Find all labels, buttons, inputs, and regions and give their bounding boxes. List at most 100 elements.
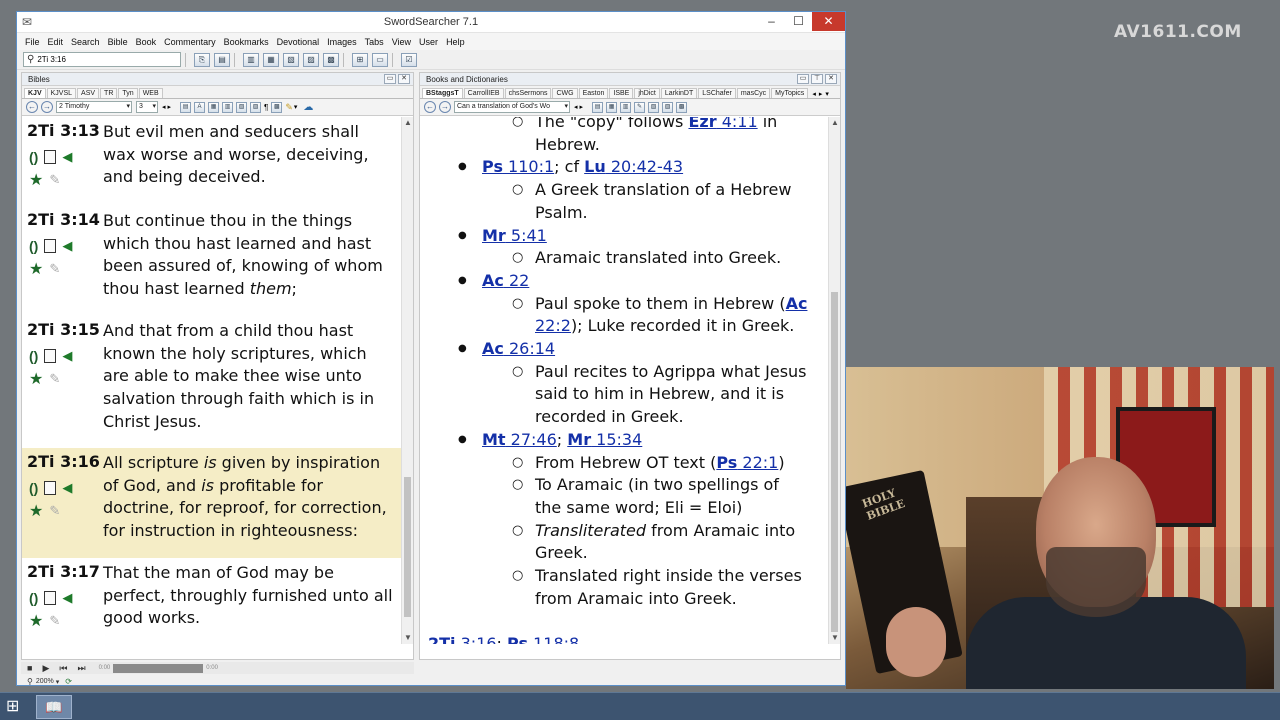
tab-tyn[interactable]: Tyn — [118, 88, 138, 98]
speaker-icon[interactable]: ◀ — [62, 590, 72, 606]
tab-lschafer[interactable]: LSChafer — [698, 88, 736, 98]
verse-reference[interactable]: 2Ti 3:17 — [27, 562, 100, 581]
abbrev-icon[interactable]: A — [194, 101, 206, 113]
menu-search[interactable]: Search — [67, 37, 104, 47]
windows-start-icon[interactable]: ⊞ — [6, 698, 26, 716]
star-icon[interactable]: ★ — [29, 259, 43, 279]
menu-devotional[interactable]: Devotional — [273, 37, 324, 47]
menu-file[interactable]: File — [21, 37, 44, 47]
chapter-select[interactable]: 3 — [136, 101, 158, 113]
paragraph-icon[interactable]: ¶ — [264, 103, 268, 112]
verse-reference[interactable]: 2Ti 3:14 — [27, 210, 100, 229]
layout-icon[interactable]: ▩ — [271, 101, 283, 113]
next-topic-icon[interactable]: ▸ — [580, 103, 584, 111]
document-icon[interactable] — [44, 149, 57, 164]
menu-bookmarks[interactable]: Bookmarks — [220, 37, 273, 47]
pencil-icon[interactable]: ✎ — [49, 261, 60, 277]
pencil-icon[interactable]: ✎ — [49, 613, 60, 629]
zoom-level[interactable]: 200% — [36, 678, 54, 685]
scripture-link[interactable]: Ps 118:8 — [507, 634, 579, 644]
fast-forward-icon[interactable]: ⏭ — [77, 663, 85, 674]
book-edit-icon[interactable]: ✎ — [634, 101, 646, 113]
tab-kjv[interactable]: KJV — [24, 88, 46, 98]
document-icon[interactable] — [44, 590, 57, 605]
scroll-thumb[interactable] — [404, 477, 411, 617]
book-toc-icon[interactable]: ▤ — [592, 101, 604, 113]
verse-reference[interactable]: 2Ti 3:15 — [27, 320, 100, 339]
cross-reference-icon[interactable]: () — [29, 480, 38, 496]
bible-scrollbar[interactable]: ▲ ▼ — [401, 117, 413, 644]
prev-topic-icon[interactable]: ◂ — [574, 103, 578, 111]
tab-jhdict[interactable]: jhDict — [634, 88, 660, 98]
swordsearcher-taskbar-icon[interactable]: 📖 — [36, 695, 72, 719]
tab-cwg[interactable]: CWG — [552, 88, 578, 98]
pencil-icon[interactable]: ✎ — [49, 172, 60, 188]
stop-icon[interactable]: ■ — [27, 663, 32, 673]
cross-ref-icon[interactable]: ▥ — [222, 101, 234, 113]
window-layout-icon[interactable]: ▭ — [372, 52, 388, 67]
scripture-link[interactable]: Ps 22:1 — [716, 453, 778, 472]
scripture-link[interactable]: Mt 27:46 — [482, 430, 557, 449]
scripture-link[interactable]: Ps 110:1 — [482, 157, 554, 176]
pane-close-icon[interactable]: ✕ — [825, 74, 837, 84]
scripture-link[interactable]: Ezr 4:11 — [688, 117, 757, 131]
tab-isbe[interactable]: ISBE — [609, 88, 634, 98]
pane-restore-icon[interactable]: ▭ — [384, 74, 396, 84]
zoom-dropdown-icon[interactable]: ▾ — [56, 678, 60, 686]
maximize-button[interactable]: ☐ — [785, 12, 812, 31]
menu-bible[interactable]: Bible — [104, 37, 132, 47]
bible-view-icon[interactable]: ▥ — [243, 52, 259, 67]
cloud-icon[interactable]: ☁ — [303, 102, 313, 113]
tab-carrollieb[interactable]: CarrollIEB — [463, 88, 504, 98]
scroll-down-icon[interactable]: ▼ — [402, 632, 414, 644]
compare-icon[interactable]: ▨ — [250, 101, 262, 113]
tab-web[interactable]: WEB — [138, 88, 163, 98]
tabs-scroll-left-icon[interactable]: ◂ — [812, 90, 816, 98]
scripture-link[interactable]: Ac 22 — [482, 271, 529, 290]
scripture-link[interactable]: Lu 20:42-43 — [584, 157, 683, 176]
commentary-view-icon[interactable]: ▨ — [303, 52, 319, 67]
tab-kjvsl[interactable]: KJVSL — [46, 88, 77, 98]
tabs-scroll-right-icon[interactable]: ▸ — [819, 90, 823, 98]
back-arrow-icon[interactable]: ← — [26, 101, 38, 113]
tab-chssermons[interactable]: chsSermons — [504, 88, 552, 98]
menu-view[interactable]: View — [388, 37, 415, 47]
menu-commentary[interactable]: Commentary — [160, 37, 220, 47]
scroll-thumb[interactable] — [831, 292, 838, 632]
notes-view-icon[interactable]: ▩ — [323, 52, 339, 67]
speaker-icon[interactable]: ◀ — [62, 480, 72, 496]
star-icon[interactable]: ★ — [29, 501, 43, 521]
play-icon[interactable]: ▶ — [42, 663, 49, 674]
speaker-icon[interactable]: ◀ — [62, 149, 72, 165]
pencil-icon[interactable]: ✎ — [49, 371, 60, 387]
speaker-icon[interactable]: ◀ — [62, 348, 72, 364]
book-select[interactable]: 2 Timothy — [56, 101, 132, 113]
highlight-pen-icon[interactable]: ✎ — [285, 102, 293, 113]
pane-close-icon[interactable]: ✕ — [398, 74, 410, 84]
menu-tabs[interactable]: Tabs — [361, 37, 388, 47]
dropdown-icon[interactable]: ▾ — [294, 103, 298, 111]
cross-reference-icon[interactable]: () — [29, 149, 38, 165]
tabs-menu-icon[interactable]: ▾ — [825, 90, 829, 98]
menu-book[interactable]: Book — [132, 37, 161, 47]
text-format-icon[interactable]: ▤ — [180, 101, 192, 113]
cross-reference-icon[interactable]: () — [29, 590, 38, 606]
sync-icon[interactable]: ⟳ — [65, 677, 72, 686]
menu-user[interactable]: User — [415, 37, 442, 47]
scroll-up-icon[interactable]: ▲ — [402, 117, 414, 129]
tab-easton[interactable]: Easton — [578, 88, 609, 98]
star-icon[interactable]: ★ — [29, 611, 43, 631]
book-copy-icon[interactable]: ▨ — [662, 101, 674, 113]
strongs-icon[interactable]: ▧ — [236, 101, 248, 113]
document-icon[interactable] — [44, 238, 57, 253]
book-refs-icon[interactable]: ▥ — [620, 101, 632, 113]
book-view-icon[interactable]: ▧ — [283, 52, 299, 67]
menu-images[interactable]: Images — [323, 37, 361, 47]
speaker-icon[interactable]: ◀ — [62, 238, 72, 254]
rewind-icon[interactable]: ⏮ — [59, 663, 67, 674]
paste-icon[interactable]: ▤ — [214, 52, 230, 67]
tab-tr[interactable]: TR — [100, 88, 118, 98]
document-icon[interactable] — [44, 348, 57, 363]
menu-edit[interactable]: Edit — [44, 37, 68, 47]
verse-list-icon[interactable]: ▦ — [208, 101, 220, 113]
